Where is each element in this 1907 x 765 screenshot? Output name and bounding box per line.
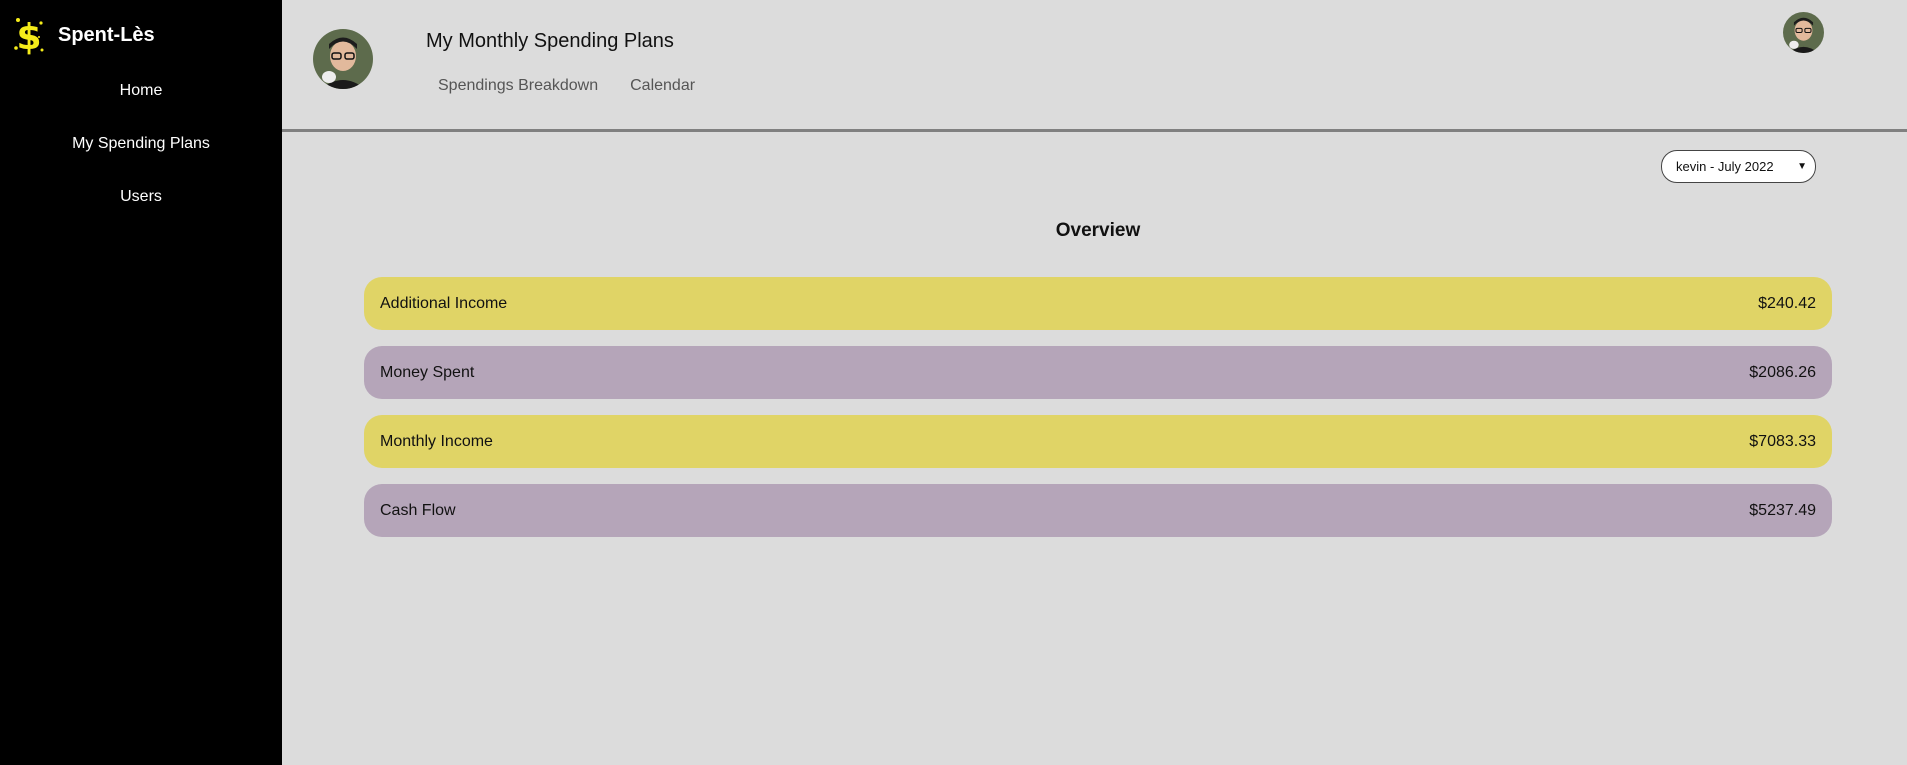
tab-calendar[interactable]: Calendar	[630, 77, 695, 95]
sidebar-nav: Home My Spending Plans Users	[0, 76, 282, 235]
user-avatar[interactable]	[1783, 12, 1824, 53]
spending-plan-select-value: kevin - July 2022	[1676, 159, 1774, 174]
overview-row-value: $5237.49	[1749, 501, 1816, 519]
overview-row-label: Money Spent	[380, 363, 475, 381]
dollar-sign-icon: $	[14, 17, 44, 58]
overview-row-money-spent: Money Spent $2086.26	[364, 346, 1832, 399]
avatar[interactable]	[313, 29, 373, 89]
overview-row-value: $2086.26	[1749, 363, 1816, 381]
overview-row-monthly-income: Monthly Income $7083.33	[364, 415, 1832, 468]
chevron-down-icon: ▼	[1797, 161, 1807, 172]
overview-row-value: $240.42	[1758, 294, 1816, 312]
svg-text:$: $	[16, 17, 41, 58]
sidebar-item-home[interactable]: Home	[0, 76, 282, 129]
sidebar: $ Spent-Lès Home My Spending Plans Users	[0, 0, 282, 765]
overview-row-label: Additional Income	[380, 294, 508, 312]
sidebar-item-users[interactable]: Users	[0, 182, 282, 235]
overview-row-label: Monthly Income	[380, 432, 493, 450]
brand-name: Spent-Lès	[58, 23, 155, 46]
overview-row-additional-income: Additional Income $240.42	[364, 277, 1832, 330]
brand[interactable]: $ Spent-Lès	[12, 10, 155, 60]
overview-title: Overview	[1055, 220, 1141, 241]
spending-plan-select[interactable]: kevin - July 2022 ▼	[1661, 150, 1816, 183]
header: My Monthly Spending Plans Spendings Brea…	[282, 0, 1907, 132]
overview-row-label: Cash Flow	[380, 501, 456, 519]
sidebar-item-my-spending-plans[interactable]: My Spending Plans	[0, 129, 282, 182]
page-title: My Monthly Spending Plans	[426, 30, 674, 52]
overview-row-cash-flow: Cash Flow $5237.49	[364, 484, 1832, 537]
header-tabs: Spendings Breakdown Calendar	[438, 77, 727, 95]
tab-spendings-breakdown[interactable]: Spendings Breakdown	[438, 77, 598, 95]
overview-row-value: $7083.33	[1749, 432, 1816, 450]
overview-list: Additional Income $240.42 Money Spent $2…	[364, 277, 1832, 553]
